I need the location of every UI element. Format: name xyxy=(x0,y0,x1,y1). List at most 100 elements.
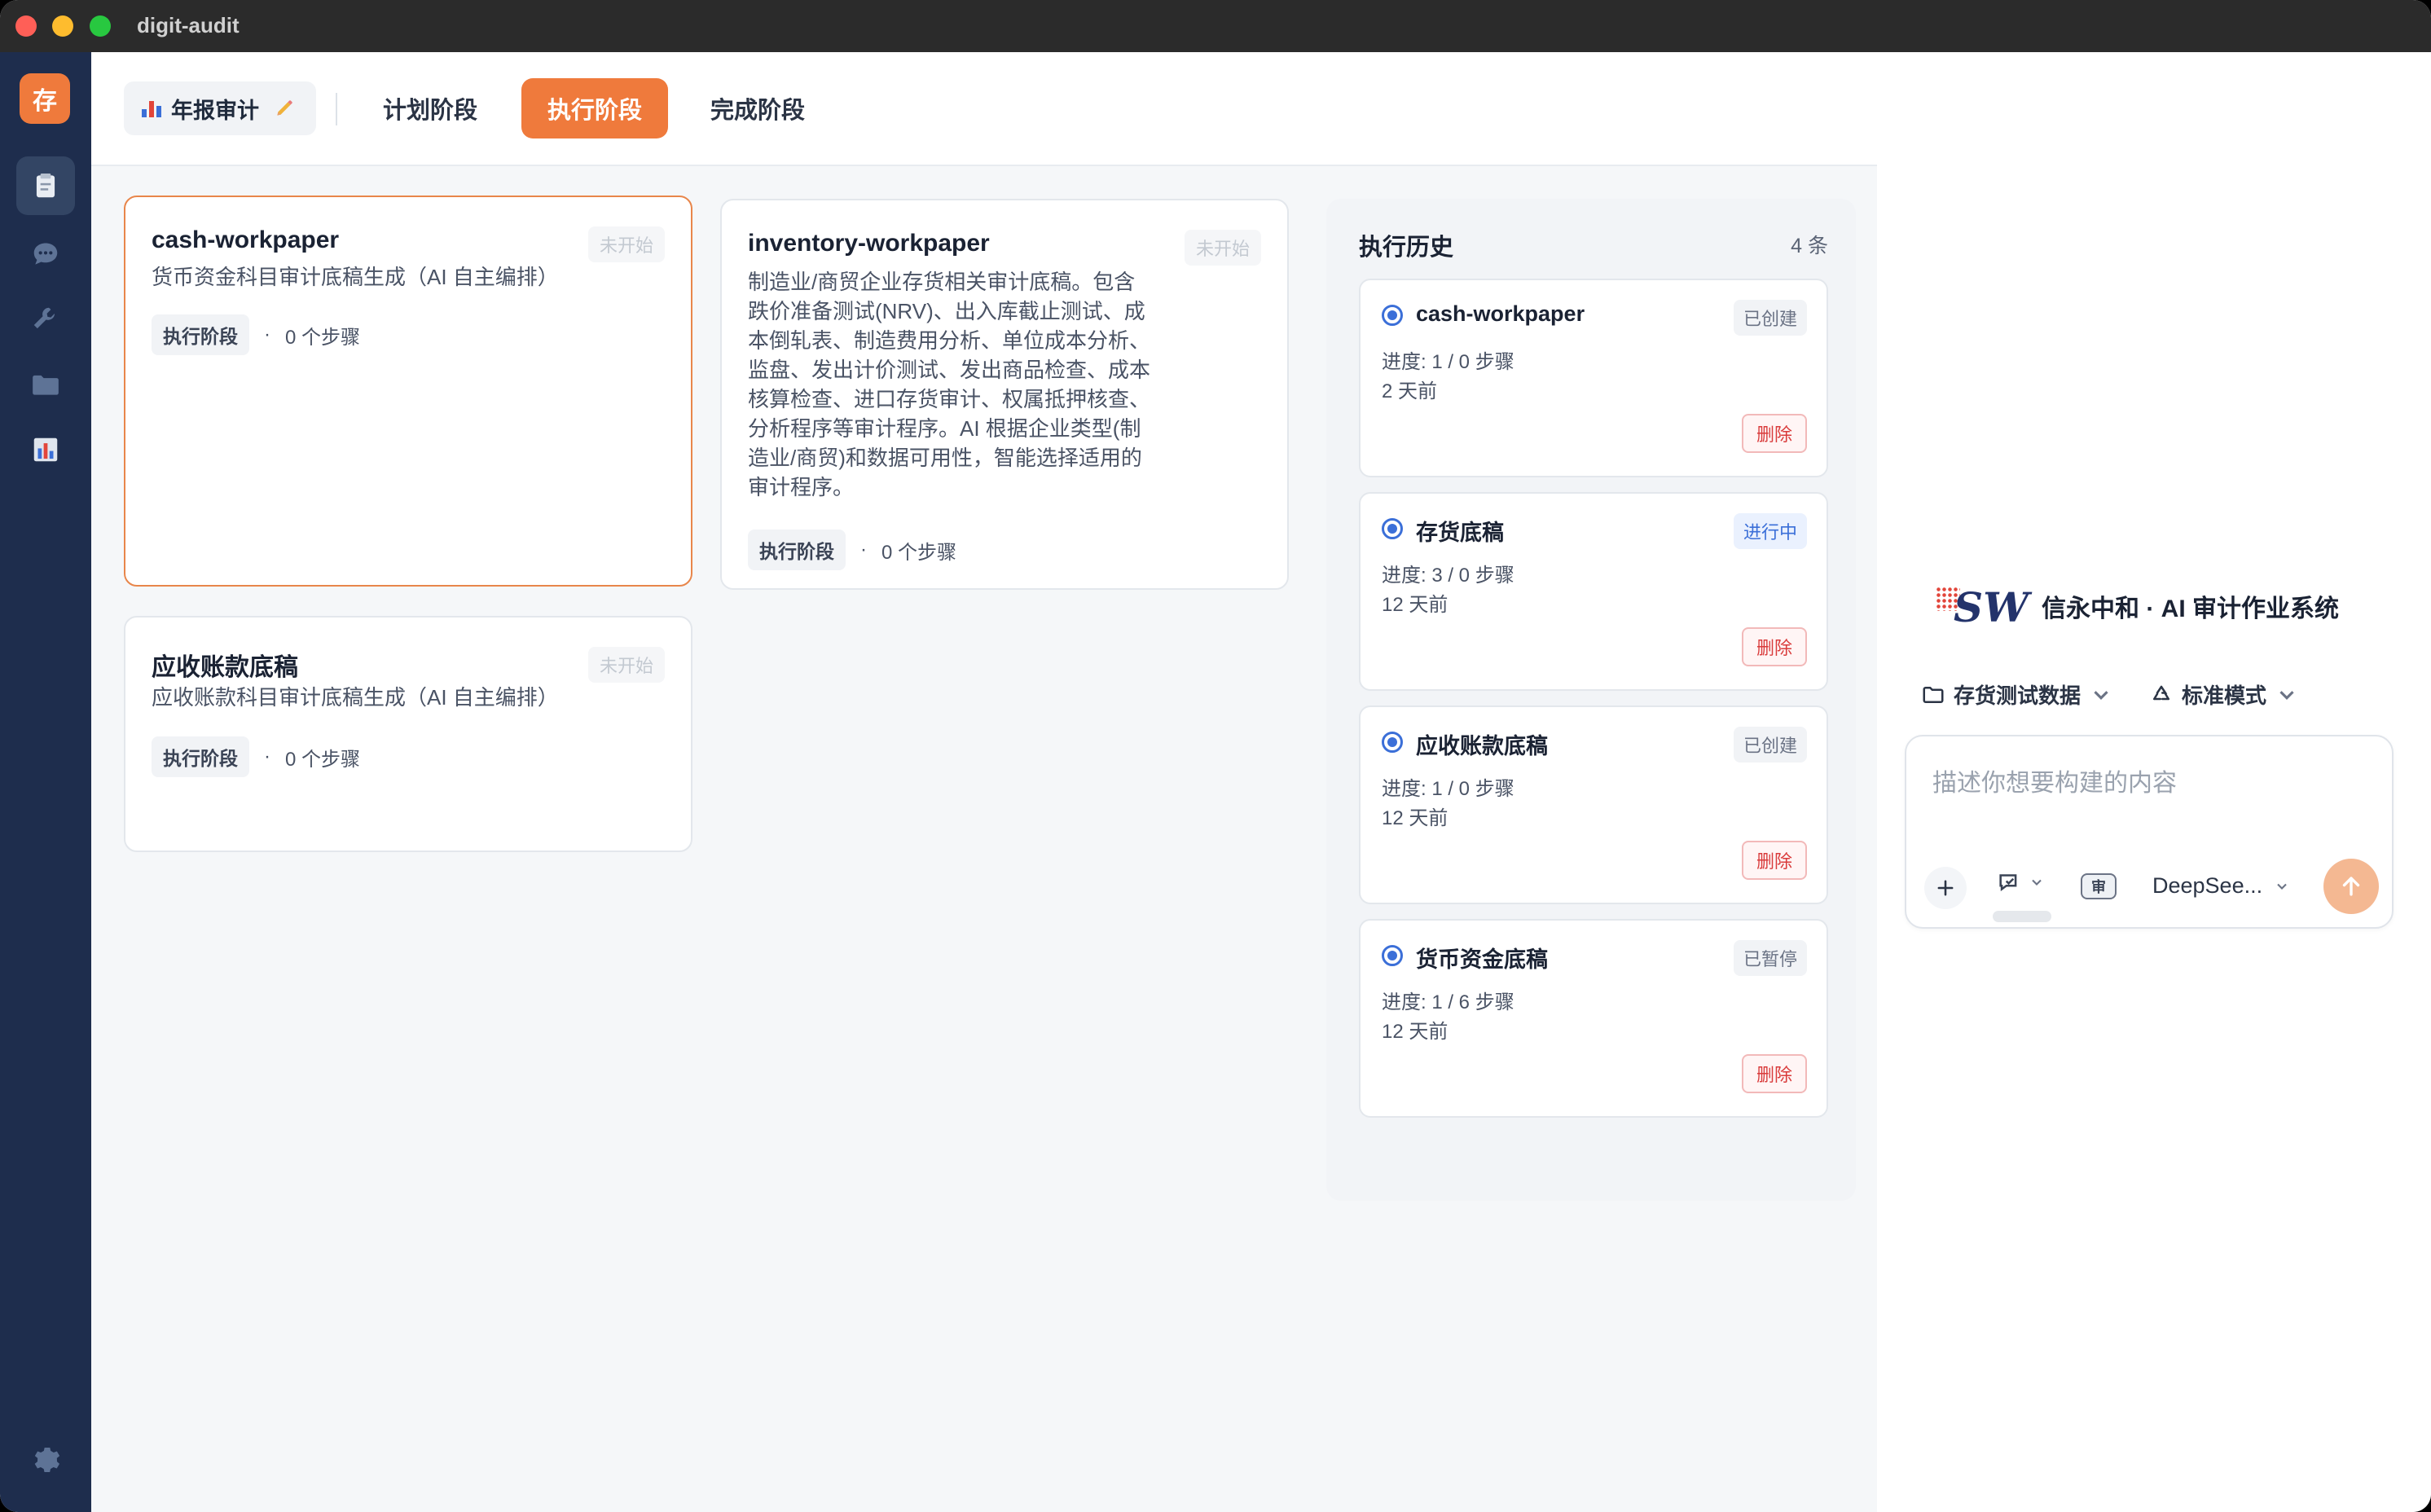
status-badge: 未开始 xyxy=(587,647,665,683)
model-dropdown[interactable]: DeepSee... xyxy=(2152,873,2290,899)
card-description: 应收账款科目审计底稿生成（AI 自主编排） xyxy=(152,685,559,710)
folder-icon xyxy=(33,375,59,395)
history-progress: 进度: 3 / 0 步骤 xyxy=(1382,565,1514,587)
execution-history-panel: 执行历史 4 条 cash-workpaper 已创建 进度: 1 / 0 步骤… xyxy=(1326,199,1856,1201)
assistant-panel: SW 信永中和 · AI 审计作业系统 存货测试数据 标准模式 描述你想要构建的… xyxy=(1877,52,2431,1512)
gear-icon[interactable] xyxy=(29,1444,62,1476)
history-count: 4 条 xyxy=(1791,235,1828,257)
data-source-label: 存货测试数据 xyxy=(1954,683,2082,708)
steps-count: 0 个步骤 xyxy=(285,326,361,349)
card-title: cash-workpaper xyxy=(152,226,340,253)
chevron-down-icon xyxy=(2279,690,2294,700)
logo-text: SW xyxy=(1954,583,2029,631)
history-item-name: cash-workpaper xyxy=(1416,301,1585,326)
bar-chart-icon xyxy=(33,437,58,462)
window-title: digit-audit xyxy=(137,13,240,37)
chevron-down-icon xyxy=(2277,883,2287,890)
project-chip[interactable]: 年报审计 xyxy=(124,81,316,135)
card-description: 制造业/商贸企业存货相关审计底稿。包含 跌价准备测试(NRV)、出入库截止测试、… xyxy=(748,267,1172,502)
chevron-down-icon xyxy=(2094,690,2108,700)
history-progress: 进度: 1 / 6 步骤 xyxy=(1382,991,1514,1013)
desc-line: 造业/商贸)和数据可用性，智能选择适用的 xyxy=(748,446,1142,470)
bar-chart-icon xyxy=(142,99,161,117)
history-time: 12 天前 xyxy=(1382,594,1448,616)
delete-button[interactable]: 删除 xyxy=(1742,414,1807,453)
mode-dropdown[interactable]: 标准模式 xyxy=(2149,679,2299,710)
desc-line: 核算检查、进口存货审计、权属抵押核查、 xyxy=(748,387,1151,411)
status-badge: 未开始 xyxy=(587,226,665,262)
add-attachment-button[interactable] xyxy=(1924,867,1967,909)
nav-item-tools[interactable] xyxy=(16,290,75,349)
tab-complete-stage[interactable]: 完成阶段 xyxy=(684,78,831,138)
stage-tag: 执行阶段 xyxy=(152,736,249,777)
mode-label: 标准模式 xyxy=(2182,683,2267,708)
status-badge: 已创建 xyxy=(1733,300,1807,336)
app-window: digit-audit 存 年报审计 计划阶段 执行阶段 完成阶段 cash-w… xyxy=(0,0,2431,1512)
card-description: 货币资金科目审计底稿生成（AI 自主编排） xyxy=(152,265,559,289)
history-title: 执行历史 xyxy=(1359,235,1454,261)
main-area: 年报审计 计划阶段 执行阶段 完成阶段 cash-workpaper 未开始 货… xyxy=(91,52,1877,1512)
prompt-input[interactable]: 描述你想要构建的内容 xyxy=(1932,763,2177,798)
history-item[interactable]: 应收账款底稿 已创建 进度: 1 / 0 步骤 12 天前 删除 xyxy=(1359,705,1828,904)
desc-line: 审计程序。 xyxy=(748,475,855,499)
stage-toolbar: 年报审计 计划阶段 执行阶段 完成阶段 xyxy=(91,52,1877,166)
history-item[interactable]: 存货底稿 进行中 进度: 3 / 0 步骤 12 天前 删除 xyxy=(1359,492,1828,691)
nav-item-chat[interactable] xyxy=(16,225,75,284)
history-progress: 进度: 1 / 0 步骤 xyxy=(1382,351,1514,373)
nav-item-workpapers[interactable] xyxy=(16,156,75,215)
title-bar: digit-audit xyxy=(0,0,2431,52)
app-logo[interactable]: 存 xyxy=(20,73,70,124)
card-title: 应收账款底稿 xyxy=(152,654,298,681)
desc-line: 制造业/商贸企业存货相关审计底稿。包含 xyxy=(748,270,1136,294)
desc-line: 跌价准备测试(NRV)、出入库截止测试、成 xyxy=(748,299,1145,323)
brand-name: 信永中和 · AI 审计作业系统 xyxy=(2042,596,2339,622)
minimize-window-button[interactable] xyxy=(52,15,73,37)
plus-icon xyxy=(1937,880,1954,896)
delete-button[interactable]: 删除 xyxy=(1742,627,1807,666)
status-badge: 已创建 xyxy=(1733,727,1807,763)
tab-plan-stage[interactable]: 计划阶段 xyxy=(357,78,503,138)
data-source-dropdown[interactable]: 存货测试数据 xyxy=(1921,679,2113,710)
close-window-button[interactable] xyxy=(15,15,37,37)
project-label: 年报审计 xyxy=(171,98,259,123)
history-item-name: 存货底稿 xyxy=(1416,521,1504,545)
delete-button[interactable]: 删除 xyxy=(1742,1054,1807,1093)
nav-item-reports[interactable] xyxy=(16,420,75,479)
history-item[interactable]: cash-workpaper 已创建 进度: 1 / 0 步骤 2 天前 删除 xyxy=(1359,279,1828,477)
nav-item-files[interactable] xyxy=(16,355,75,414)
status-badge: 未开始 xyxy=(1184,230,1261,266)
delete-button[interactable]: 删除 xyxy=(1742,841,1807,880)
separator-dot: · xyxy=(860,538,867,560)
wrench-icon xyxy=(33,307,55,329)
tools-dropdown[interactable] xyxy=(1996,868,2045,896)
left-nav-rail: 存 xyxy=(0,52,91,1512)
history-time: 2 天前 xyxy=(1382,380,1438,402)
prompt-composer: 描述你想要构建的内容 审 DeepSee... xyxy=(1905,735,2394,929)
history-item-name: 货币资金底稿 xyxy=(1416,947,1548,972)
send-button[interactable] xyxy=(2323,859,2379,914)
workpaper-card-receivables[interactable]: 应收账款底稿 未开始 应收账款科目审计底稿生成（AI 自主编排） 执行阶段 · … xyxy=(124,616,692,852)
history-item-name: 应收账款底稿 xyxy=(1416,734,1548,758)
context-selectors: 存货测试数据 标准模式 xyxy=(1921,679,2299,710)
audit-toggle[interactable]: 审 xyxy=(2081,873,2117,899)
history-item[interactable]: 货币资金底稿 已暂停 进度: 1 / 6 步骤 12 天前 删除 xyxy=(1359,919,1828,1118)
card-footer: 执行阶段 · 0 个步骤 xyxy=(748,530,956,570)
chat-icon xyxy=(33,243,58,265)
steps-count: 0 个步骤 xyxy=(285,748,361,771)
status-dot-icon xyxy=(1382,518,1403,539)
brand-logo: SW xyxy=(1931,582,2029,631)
steps-count: 0 个步骤 xyxy=(881,541,957,564)
tab-execute-stage[interactable]: 执行阶段 xyxy=(521,78,669,138)
stage-tag: 执行阶段 xyxy=(748,530,846,570)
tool-indicator xyxy=(1993,911,2051,922)
status-badge: 已暂停 xyxy=(1733,940,1807,976)
brand-header: SW 信永中和 · AI 审计作业系统 xyxy=(1931,582,2339,631)
workpaper-card-inventory[interactable]: inventory-workpaper 未开始 制造业/商贸企业存货相关审计底稿… xyxy=(720,199,1289,590)
desc-line: 分析程序等审计程序。AI 根据企业类型(制 xyxy=(748,416,1141,441)
model-label: DeepSee... xyxy=(2152,873,2263,898)
zoom-window-button[interactable] xyxy=(90,15,111,37)
chevron-down-icon xyxy=(2032,879,2042,886)
workpaper-card-cash[interactable]: cash-workpaper 未开始 货币资金科目审计底稿生成（AI 自主编排）… xyxy=(124,196,692,587)
status-dot-icon xyxy=(1382,945,1403,966)
pencil-icon[interactable] xyxy=(274,98,295,119)
